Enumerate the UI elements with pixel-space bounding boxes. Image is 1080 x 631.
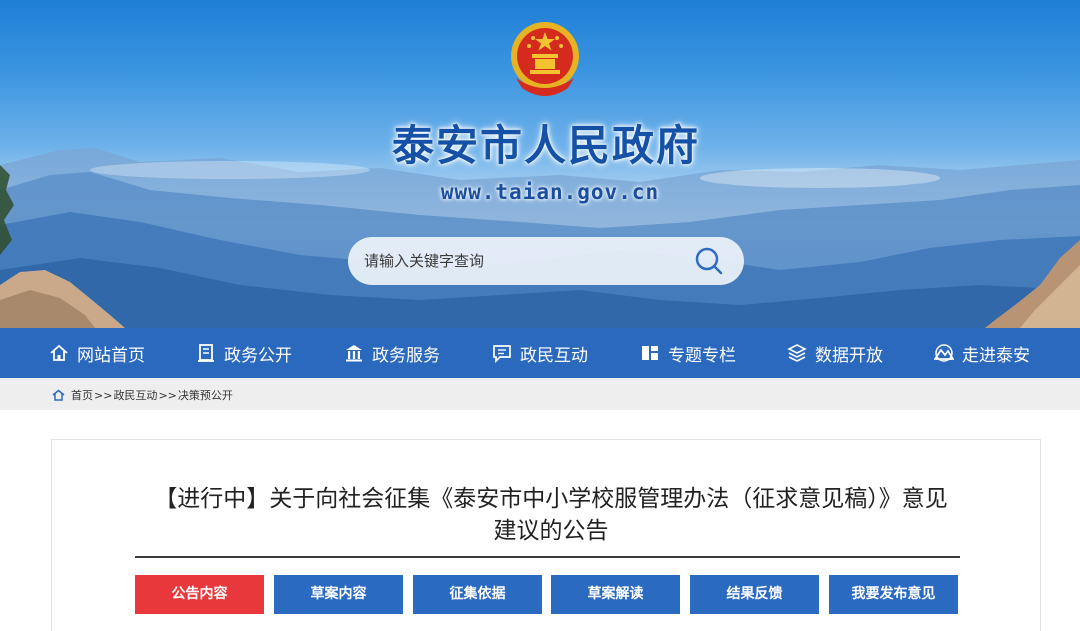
search-input[interactable] bbox=[364, 250, 674, 272]
breadcrumb-link-interaction[interactable]: 政民互动 bbox=[113, 387, 157, 403]
main-nav: 网站首页 政务公开 政务服务 政民互动 专题专栏 数据开放 走进泰安 bbox=[0, 328, 1080, 378]
title-divider bbox=[135, 556, 960, 558]
nav-item-label: 走进泰安 bbox=[962, 345, 1030, 366]
search-icon bbox=[695, 247, 723, 275]
site-url: www.taian.gov.cn bbox=[440, 180, 660, 204]
breadcrumb-link-home[interactable]: 首页 bbox=[71, 387, 93, 403]
bookmark-icon bbox=[639, 342, 661, 364]
tab-announcement[interactable]: 公告内容 bbox=[135, 575, 264, 614]
header-banner: 泰安市人民政府 www.taian.gov.cn bbox=[0, 0, 1080, 328]
tab-submit-opinion[interactable]: 我要发布意见 bbox=[829, 575, 958, 614]
nav-item-label: 政民互动 bbox=[520, 345, 588, 366]
breadcrumb-bar: 首页 >> 政民互动 >> 决策预公开 bbox=[0, 378, 1080, 410]
nav-item-open-data[interactable]: 数据开放 bbox=[786, 328, 883, 378]
breadcrumb-link-current[interactable]: 决策预公开 bbox=[178, 387, 233, 403]
mountain-icon bbox=[933, 342, 955, 364]
tab-interpretation[interactable]: 草案解读 bbox=[551, 575, 680, 614]
site-title: 泰安市人民政府 bbox=[391, 121, 700, 170]
chat-icon bbox=[491, 342, 513, 364]
national-emblem-icon bbox=[508, 18, 582, 100]
nav-item-special-topics[interactable]: 专题专栏 bbox=[639, 328, 736, 378]
building-icon bbox=[343, 342, 365, 364]
home-icon bbox=[48, 342, 70, 364]
nav-item-label: 数据开放 bbox=[815, 345, 883, 366]
article-title: 【进行中】关于向社会征集《泰安市中小学校服管理办法（征求意见稿）》意见建议的公告 bbox=[154, 486, 948, 544]
layers-icon bbox=[786, 342, 808, 364]
nav-item-label: 政务公开 bbox=[224, 345, 292, 366]
nav-item-home[interactable]: 网站首页 bbox=[48, 328, 145, 378]
breadcrumb: 首页 >> 政民互动 >> 决策预公开 bbox=[52, 387, 233, 403]
search-box bbox=[348, 237, 744, 285]
nav-item-about-taian[interactable]: 走进泰安 bbox=[933, 328, 1030, 378]
search-button[interactable] bbox=[688, 243, 728, 279]
nav-item-label: 政务服务 bbox=[372, 345, 440, 366]
breadcrumb-separator: >> bbox=[94, 388, 113, 402]
tab-draft-content[interactable]: 草案内容 bbox=[274, 575, 403, 614]
nav-item-label: 专题专栏 bbox=[668, 345, 736, 366]
nav-item-interaction[interactable]: 政民互动 bbox=[491, 328, 588, 378]
tab-basis[interactable]: 征集依据 bbox=[413, 575, 542, 614]
nav-item-gov-affairs-open[interactable]: 政务公开 bbox=[195, 328, 292, 378]
document-icon bbox=[195, 342, 217, 364]
home-icon bbox=[52, 389, 65, 401]
nav-item-label: 网站首页 bbox=[77, 345, 145, 366]
breadcrumb-separator: >> bbox=[158, 388, 177, 402]
content-card: 【进行中】关于向社会征集《泰安市中小学校服管理办法（征求意见稿）》意见建议的公告… bbox=[51, 439, 1041, 631]
tab-feedback[interactable]: 结果反馈 bbox=[690, 575, 819, 614]
nav-item-gov-services[interactable]: 政务服务 bbox=[343, 328, 440, 378]
